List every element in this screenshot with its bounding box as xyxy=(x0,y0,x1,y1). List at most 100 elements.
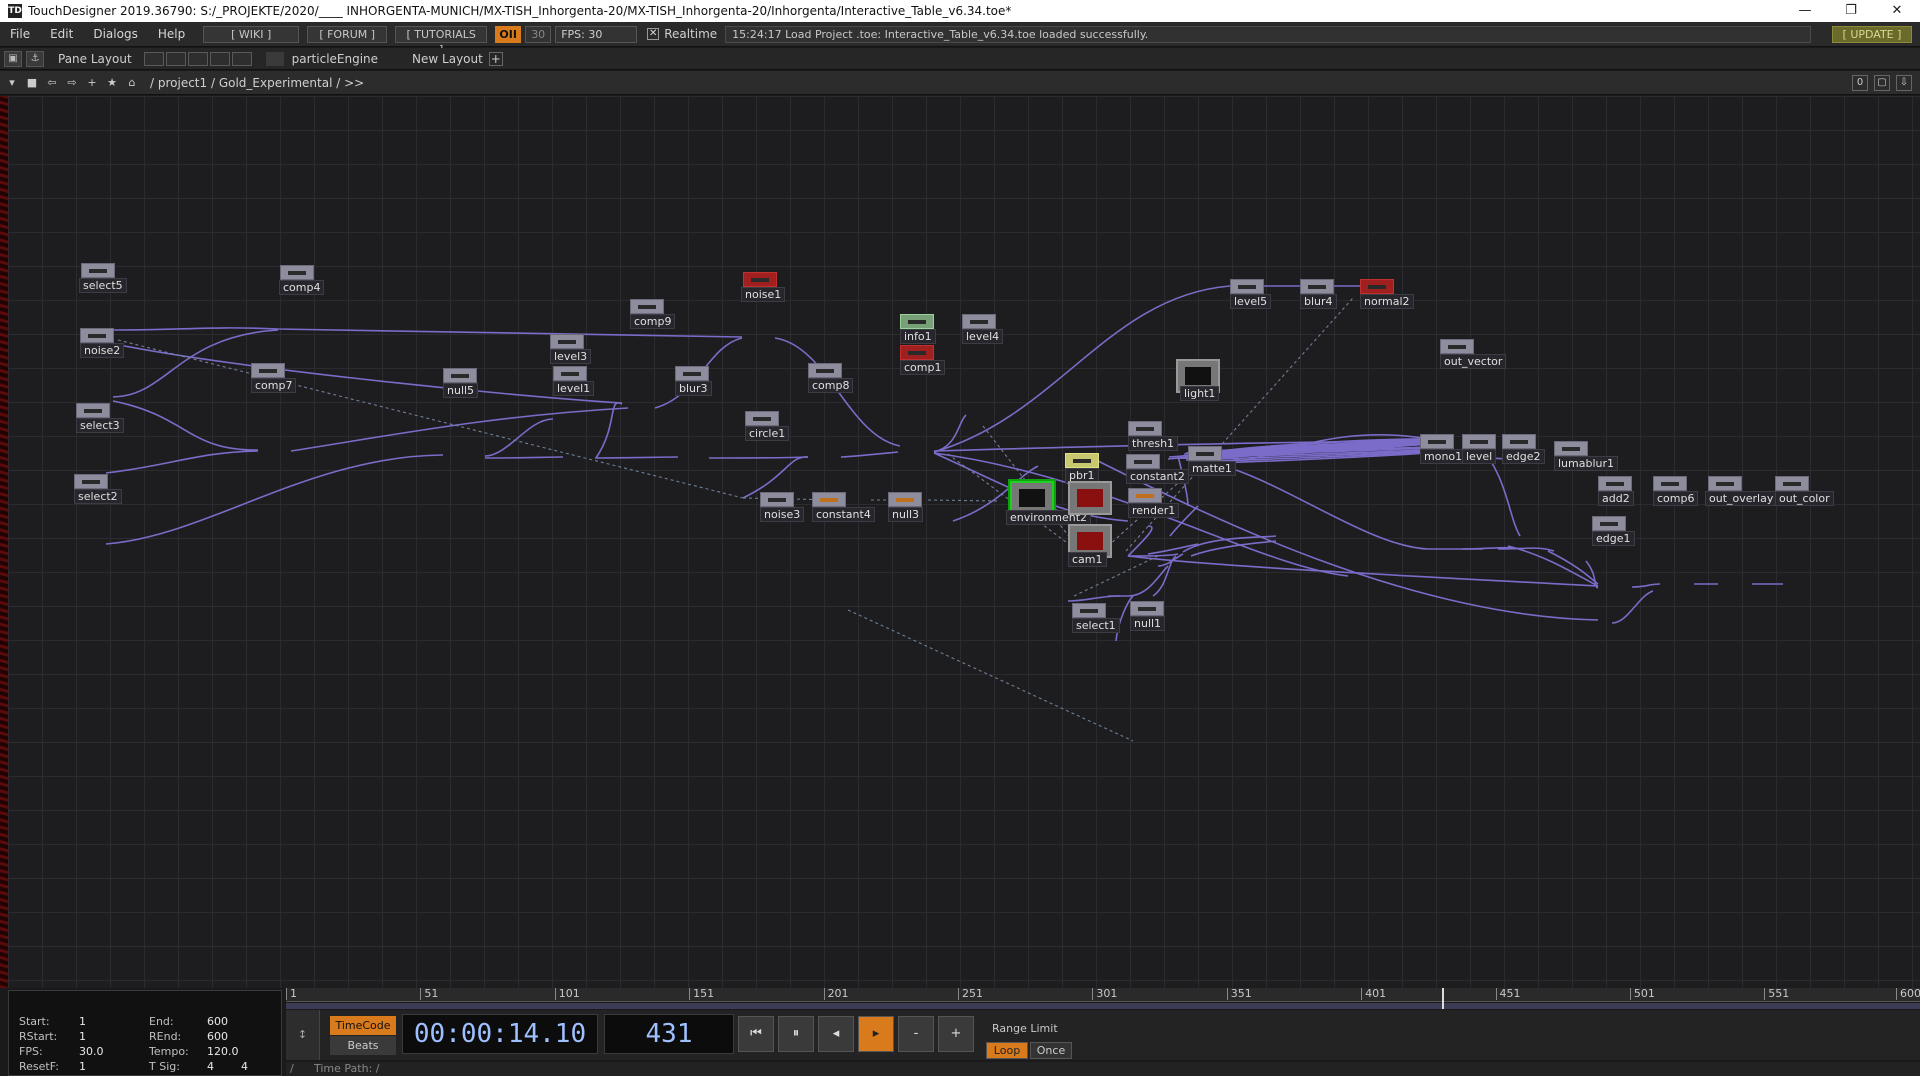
node-render1[interactable] xyxy=(1128,488,1162,503)
once-button[interactable]: Once xyxy=(1030,1042,1072,1059)
node-pbr1[interactable] xyxy=(1065,453,1099,468)
pane-split-icon[interactable]: ⚓ xyxy=(26,50,44,67)
node-blur3[interactable] xyxy=(675,366,709,381)
forward-arrow-icon[interactable]: ⇨ xyxy=(64,75,80,91)
node-select2[interactable] xyxy=(74,474,108,489)
chevron-down-icon[interactable]: ▾ xyxy=(4,75,20,91)
timeline-toggle-icon[interactable]: ↕ xyxy=(286,1010,320,1060)
node-comp6[interactable] xyxy=(1653,476,1687,491)
update-button[interactable]: [ UPDATE ] xyxy=(1832,26,1912,43)
node-select5[interactable] xyxy=(81,263,115,278)
node-level4[interactable] xyxy=(962,314,996,329)
node-noise2[interactable] xyxy=(80,328,114,343)
node-render-preview[interactable] xyxy=(1068,481,1112,515)
restore-icon[interactable]: ❐ xyxy=(1828,0,1874,22)
node-level1[interactable] xyxy=(553,366,587,381)
node-noise1[interactable] xyxy=(743,272,777,287)
start-value[interactable]: 1 xyxy=(79,1015,86,1028)
node-comp1[interactable] xyxy=(900,345,934,360)
node-comp4[interactable] xyxy=(280,265,314,280)
node-info1[interactable] xyxy=(900,314,934,329)
node-matte1[interactable] xyxy=(1188,446,1222,461)
network-editor[interactable]: select5 comp4 noise1 noise2 comp9 level3… xyxy=(8,96,1920,988)
oi-toggle-button[interactable]: OII xyxy=(495,25,522,43)
pane-name-tab[interactable]: particleEngine xyxy=(265,51,378,66)
menu-file[interactable]: File xyxy=(0,27,40,41)
star-icon[interactable]: ★ xyxy=(104,75,120,91)
node-noise3[interactable] xyxy=(760,492,794,507)
node-constant4[interactable] xyxy=(812,492,846,507)
rend-value[interactable]: 600 xyxy=(207,1030,228,1043)
pane-view-icon[interactable]: ▣ xyxy=(4,50,22,67)
rstart-value[interactable]: 1 xyxy=(79,1030,86,1043)
node-null5[interactable] xyxy=(443,368,477,383)
node-circle1[interactable] xyxy=(745,411,779,426)
end-value[interactable]: 600 xyxy=(207,1015,228,1028)
rewind-icon[interactable]: ⏮ xyxy=(738,1016,774,1052)
node-comp9[interactable] xyxy=(630,299,664,314)
beats-mode-button[interactable]: Beats xyxy=(330,1036,396,1055)
timecode-display[interactable]: 00:00:14.10 xyxy=(402,1014,598,1054)
node-select3[interactable] xyxy=(76,403,110,418)
node-blur4[interactable] xyxy=(1300,279,1334,294)
layout-split-v-button[interactable] xyxy=(165,51,186,66)
frame-display[interactable]: 431 xyxy=(604,1014,734,1054)
play-icon[interactable]: ▸ xyxy=(858,1016,894,1052)
menu-dialogs[interactable]: Dialogs xyxy=(83,27,147,41)
layout-split-h-button[interactable] xyxy=(187,51,208,66)
node-level[interactable] xyxy=(1462,434,1496,449)
stop-icon[interactable]: ■ xyxy=(24,75,40,91)
node-out-overlay[interactable] xyxy=(1708,476,1742,491)
node-edge2[interactable] xyxy=(1502,434,1536,449)
node-add2[interactable] xyxy=(1598,476,1632,491)
timeline-range-bar[interactable] xyxy=(286,1003,1920,1009)
maximize-pane-icon[interactable]: ▢ xyxy=(1874,75,1890,91)
node-level5[interactable] xyxy=(1230,279,1264,294)
node-normal2[interactable] xyxy=(1360,279,1394,294)
step-minus-button[interactable]: - xyxy=(898,1016,934,1052)
time-path-label[interactable]: Time Path: / xyxy=(314,1062,380,1075)
timeline-playhead[interactable] xyxy=(1441,988,1444,1009)
menu-help[interactable]: Help xyxy=(148,27,195,41)
step-plus-button[interactable]: + xyxy=(938,1016,974,1052)
new-layout-button[interactable]: New Layout xyxy=(412,52,483,66)
layout-single-button[interactable] xyxy=(143,51,164,66)
resetf-value[interactable]: 1 xyxy=(79,1060,86,1073)
menu-edit[interactable]: Edit xyxy=(40,27,83,41)
node-constant2[interactable] xyxy=(1126,454,1160,469)
network-path[interactable]: / project1 / Gold_Experimental / >> xyxy=(150,76,364,90)
tempo-value[interactable]: 120.0 xyxy=(207,1045,239,1058)
node-null1[interactable] xyxy=(1130,601,1164,616)
layout-four-button[interactable] xyxy=(231,51,252,66)
loop-button[interactable]: Loop xyxy=(986,1042,1028,1059)
node-out-vector[interactable] xyxy=(1440,339,1474,354)
timeline-ruler[interactable]: 1 51 101 151 201 251 301 351 401 451 501 551 600 xyxy=(286,988,1920,1002)
pin-pane-icon[interactable]: ⇩ xyxy=(1896,75,1912,91)
layout-three-button[interactable] xyxy=(209,51,230,66)
back-arrow-icon[interactable]: ⇦ xyxy=(44,75,60,91)
node-mono1[interactable] xyxy=(1420,434,1454,449)
node-null3[interactable] xyxy=(888,492,922,507)
node-comp8[interactable] xyxy=(808,363,842,378)
wiki-button[interactable]: [ WIKI ] xyxy=(203,25,300,43)
tsig-numerator[interactable]: 4 xyxy=(207,1060,214,1073)
node-thresh1[interactable] xyxy=(1128,421,1162,436)
home-icon[interactable]: ⌂ xyxy=(124,75,140,91)
node-lumablur1[interactable] xyxy=(1554,441,1588,456)
minimize-icon[interactable]: — xyxy=(1782,0,1828,22)
tsig-denominator[interactable]: 4 xyxy=(241,1060,248,1073)
node-select1[interactable] xyxy=(1072,603,1106,618)
node-level3[interactable] xyxy=(550,334,584,349)
node-out-color[interactable] xyxy=(1775,476,1809,491)
tutorials-button[interactable]: [ TUTORIALS ] xyxy=(395,25,488,56)
timecode-mode-button[interactable]: TimeCode xyxy=(330,1016,396,1035)
step-back-icon[interactable]: ◂ xyxy=(818,1016,854,1052)
fps-target-field[interactable]: 30 xyxy=(525,25,552,43)
node-comp7[interactable] xyxy=(251,363,285,378)
add-icon[interactable]: + xyxy=(84,75,100,91)
forum-button[interactable]: [ FORUM ] xyxy=(307,25,388,43)
realtime-checkbox[interactable]: ✕ xyxy=(647,28,660,40)
close-icon[interactable]: ✕ xyxy=(1874,0,1920,22)
add-layout-icon[interactable]: + xyxy=(488,51,503,66)
fps-value[interactable]: 30.0 xyxy=(79,1045,104,1058)
